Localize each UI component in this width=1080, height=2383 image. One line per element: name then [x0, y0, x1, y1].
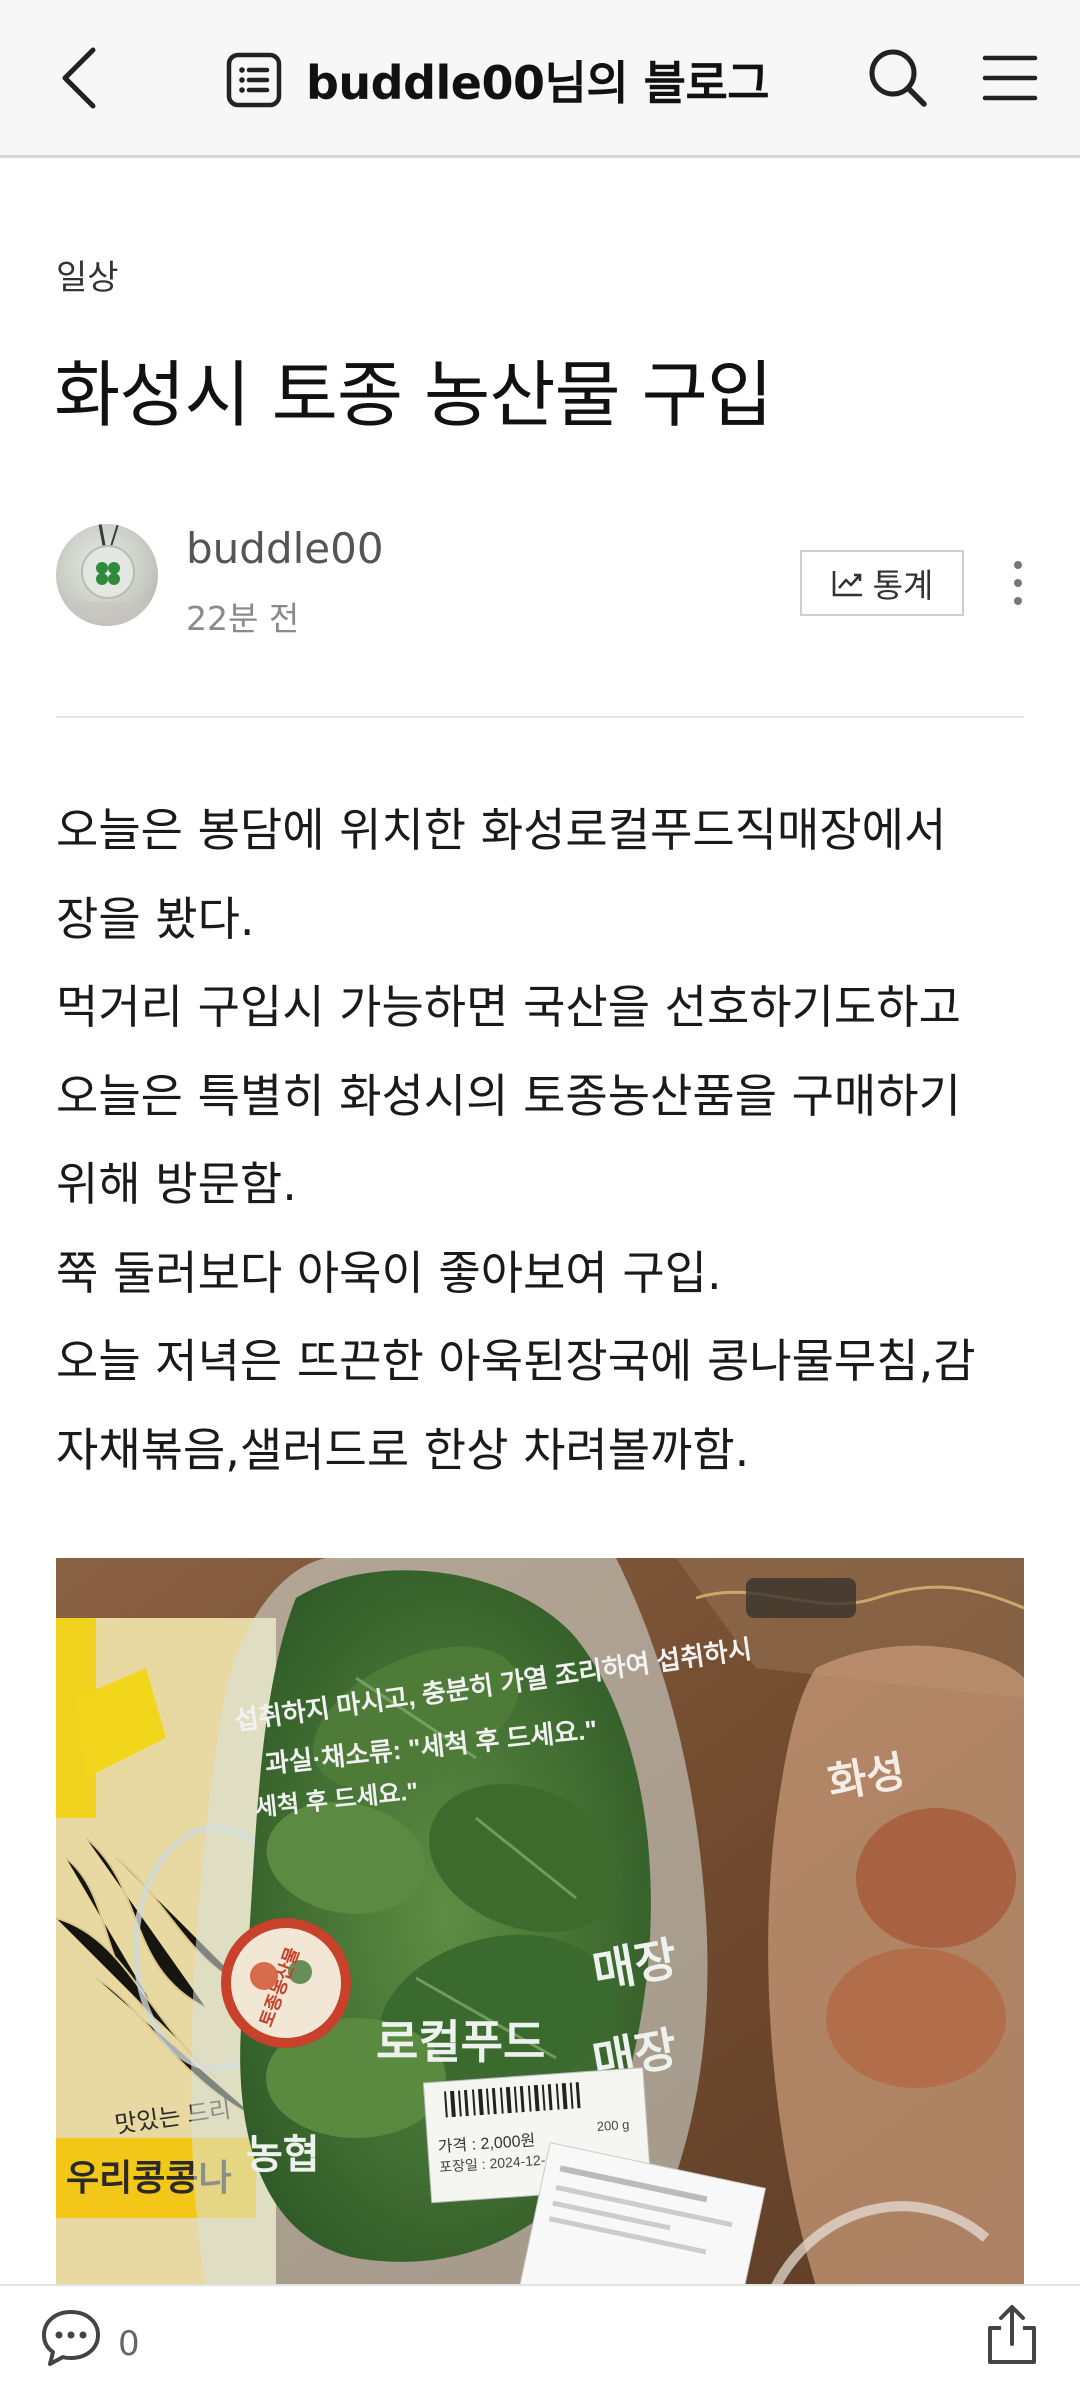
- body-line: 자채볶음,샐러드로 한상 차려볼까함.: [56, 1422, 750, 1477]
- search-icon: [869, 49, 927, 107]
- author-avatar[interactable]: [56, 524, 158, 626]
- body-line: 먹거리 구입시 가능하면 국산을 선호하기도하고: [56, 980, 961, 1034]
- more-dot: [1014, 597, 1022, 605]
- stats-label: 통계: [872, 566, 934, 605]
- bag-brand-text: 로컬푸드: [376, 2016, 545, 2068]
- share-button[interactable]: [982, 2302, 1042, 2368]
- post-category[interactable]: 일상: [56, 250, 119, 299]
- label-weight: 200 g: [596, 2117, 630, 2134]
- share-icon: [988, 2305, 1036, 2364]
- chevron-left-icon: [62, 47, 96, 109]
- vegetables-photo-illustration: 우리콩콩나 맛있는 드리 섭취하지 마시고, 충분히 가열 조리하여 섭취하시 …: [56, 1558, 1024, 2286]
- post-title: 화성시 토종 농산물 구입: [54, 353, 773, 437]
- menu-button[interactable]: [970, 38, 1050, 118]
- app-header: buddle00님의 블로그: [0, 0, 1080, 158]
- body-line: 오늘은 봉담에 위치한 화성로컬푸드직매장에서: [56, 803, 947, 857]
- bottom-action-bar: 0: [0, 2284, 1080, 2383]
- more-dot: [1014, 579, 1022, 587]
- hamburger-menu-icon: [982, 55, 1038, 101]
- speech-bubble-icon: [42, 2310, 100, 2366]
- comment-button[interactable]: 0: [40, 2308, 140, 2368]
- body-line: 오늘 저녁은 뜨끈한 아욱된장국에 콩나물무침,감: [56, 1334, 976, 1388]
- list-document-icon: [224, 50, 284, 110]
- author-name[interactable]: buddle00: [186, 524, 384, 573]
- more-dot: [1014, 561, 1022, 569]
- body-line: 쭉 둘러보다 아욱이 좋아보여 구입.: [56, 1245, 722, 1300]
- body-line: 장을 봤다.: [56, 891, 255, 946]
- blog-title: buddle00님의 블로그: [306, 56, 770, 110]
- body-line: 위해 방문함.: [56, 1157, 297, 1211]
- nh-text: 농협: [246, 2133, 320, 2177]
- stats-button[interactable]: 통계: [800, 550, 964, 616]
- post-body: 오늘은 봉담에 위치한 화성로컬푸드직매장에서 장을 봤다. 먹거리 구입시 가…: [56, 786, 1036, 1494]
- comment-count: 0: [118, 2324, 140, 2364]
- trend-chart-icon: [832, 571, 862, 597]
- back-button[interactable]: [44, 38, 114, 118]
- post-time: 22분 전: [186, 599, 300, 638]
- search-button[interactable]: [858, 38, 938, 118]
- blog-title-link[interactable]: buddle00님의 블로그: [224, 40, 770, 120]
- divider: [56, 716, 1024, 718]
- post-photo[interactable]: 우리콩콩나 맛있는 드리 섭취하지 마시고, 충분히 가열 조리하여 섭취하시 …: [56, 1558, 1024, 2286]
- body-line: 오늘은 특별히 화성시의 토종농산품을 구매하기: [56, 1068, 961, 1123]
- clover-pendant-image: [56, 524, 158, 626]
- more-options-button[interactable]: [996, 548, 1040, 618]
